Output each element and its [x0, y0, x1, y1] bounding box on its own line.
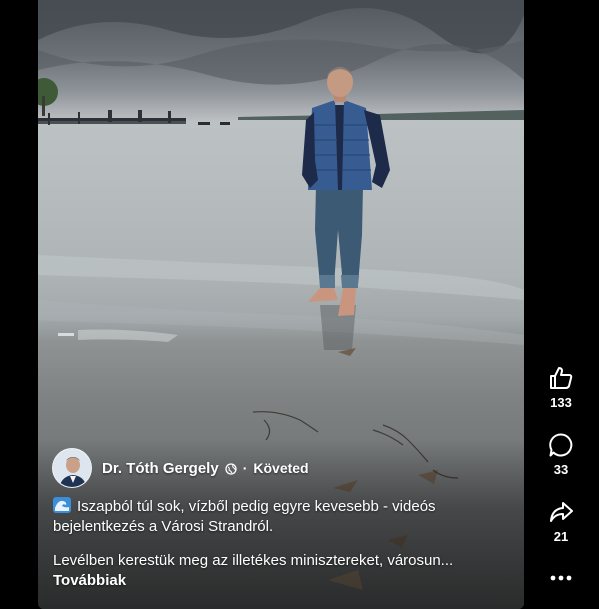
thumbs-up-icon [550, 367, 573, 389]
more-options-button[interactable] [549, 570, 573, 586]
post-caption: Iszapból túl sok, vízből pedig egyre kev… [53, 497, 513, 537]
more-dots-icon [550, 575, 572, 581]
avatar[interactable] [52, 448, 92, 488]
wave-icon [53, 497, 71, 513]
reel-viewer: Dr. Tóth Gergely · Követed Iszapból túl … [0, 0, 599, 609]
post-author-row: Dr. Tóth Gergely · Követed [52, 448, 309, 488]
more-rail [540, 570, 582, 586]
caption-preview: Levélben kerestük meg az illetékes minis… [53, 552, 454, 569]
share-button[interactable]: 21 [548, 499, 574, 544]
caption-text: Iszapból túl sok, vízből pedig egyre kev… [53, 498, 436, 535]
action-rail: 133 [540, 365, 582, 410]
follow-status[interactable]: Követed [253, 460, 308, 476]
like-count: 133 [550, 395, 572, 410]
post-caption-continued: Levélben kerestük meg az illetékes minis… [53, 551, 513, 591]
see-more-link[interactable]: Továbbiak [53, 571, 513, 591]
comment-rail: 33 [540, 432, 582, 477]
share-count: 21 [553, 529, 569, 544]
share-rail: 21 [540, 499, 582, 544]
separator: · [242, 460, 248, 476]
avatar-image [53, 449, 91, 487]
comment-button[interactable]: 33 [548, 432, 574, 477]
globe-icon [225, 462, 237, 475]
like-button[interactable]: 133 [548, 365, 574, 410]
comment-bubble-icon [549, 433, 573, 457]
author-name[interactable]: Dr. Tóth Gergely [102, 460, 219, 477]
comment-count: 33 [553, 462, 569, 477]
share-arrow-icon [550, 502, 573, 522]
person-figure [302, 67, 390, 350]
